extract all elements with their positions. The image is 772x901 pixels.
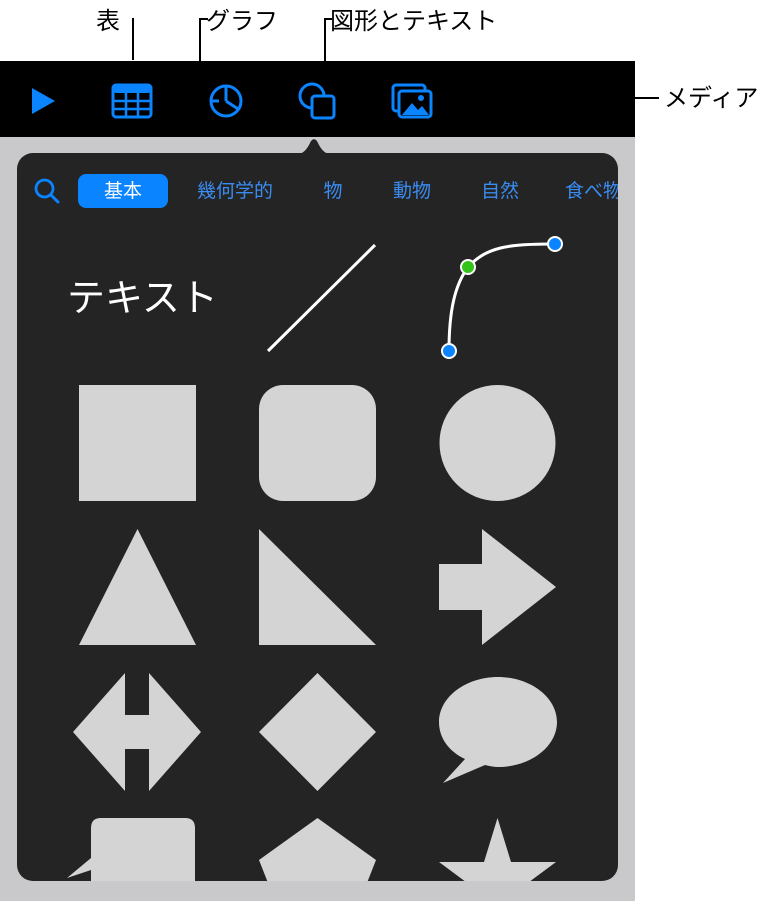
popover-arrow [292,139,336,155]
line-shape[interactable] [260,241,380,356]
media-button[interactable] [390,79,434,123]
text-shape[interactable]: テキスト [67,273,227,323]
toolbar [0,61,635,137]
category-tab-geometric[interactable]: 幾何学的 [185,174,285,208]
table-button[interactable] [110,79,154,123]
callout-table: 表 [96,7,120,35]
shapes-icon [298,82,336,120]
callout-chart-line-top [199,18,208,20]
category-tab-food[interactable]: 食べ物 [565,174,618,208]
shapes-popover: 基本 幾何学的 物 動物 自然 食べ物 テキスト [17,153,618,881]
arrow-shape[interactable] [439,529,556,645]
right-triangle-shape[interactable] [259,529,376,645]
media-icon [391,83,433,119]
category-tab-objects[interactable]: 物 [313,174,353,208]
triangle-shape[interactable] [79,529,196,645]
star-shape[interactable] [439,818,556,881]
table-icon [111,83,153,119]
category-tab-nature[interactable]: 自然 [471,174,529,208]
callout-table-line [132,18,134,60]
category-tab-basic[interactable]: 基本 [78,174,168,208]
chart-icon [209,84,243,118]
callout-chart: グラフ [206,7,278,35]
callout-shapes-text: 図形とテキスト [330,7,498,35]
chart-button[interactable] [203,79,247,123]
shapes-button[interactable] [295,79,339,123]
play-icon [32,88,55,114]
double-arrow-shape[interactable] [73,673,201,791]
diamond-shape[interactable] [259,673,376,791]
circle-shape[interactable] [439,385,556,501]
play-button[interactable] [20,79,64,123]
category-tab-animals[interactable]: 動物 [381,174,443,208]
rounded-square-shape[interactable] [259,385,376,501]
callout-rectangle-shape[interactable] [67,818,197,881]
pentagon-shape[interactable] [259,818,376,881]
speech-bubble-shape[interactable] [439,673,557,785]
category-bar: 基本 幾何学的 物 動物 自然 食べ物 [17,171,618,211]
square-shape[interactable] [79,385,196,501]
search-icon[interactable] [33,177,61,205]
callout-media: メディア [664,84,759,112]
callout-shapes-line-top [324,18,332,20]
curve-shape[interactable] [437,235,567,360]
